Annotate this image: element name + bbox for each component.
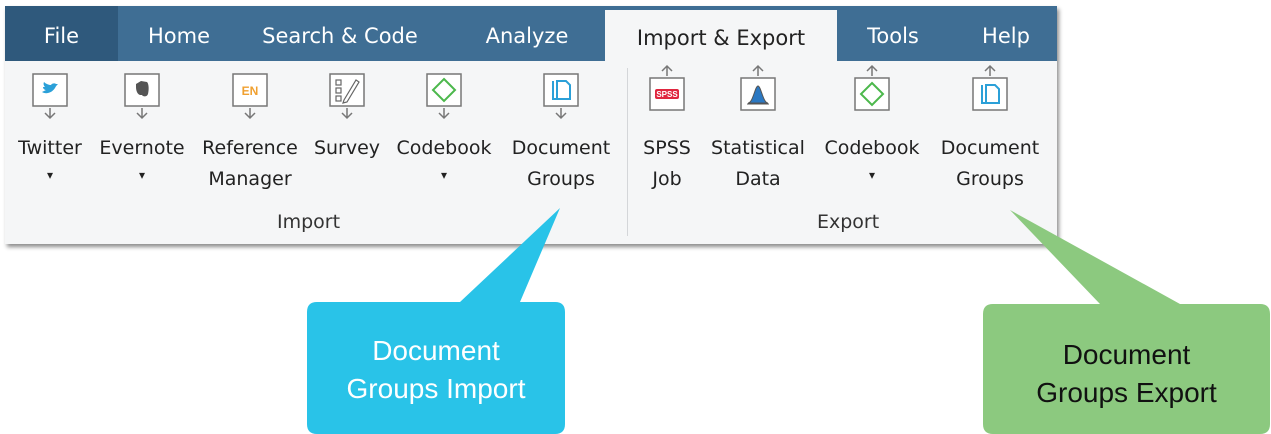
import-callout-text: Document Groups Import <box>307 332 565 408</box>
callout-line: Groups Export <box>1036 377 1217 408</box>
callout-line: Document <box>372 335 500 366</box>
callout-line: Groups Import <box>346 373 526 404</box>
callout-line: Document <box>1062 339 1191 370</box>
export-callout-text: Document Groups Export <box>983 336 1270 412</box>
